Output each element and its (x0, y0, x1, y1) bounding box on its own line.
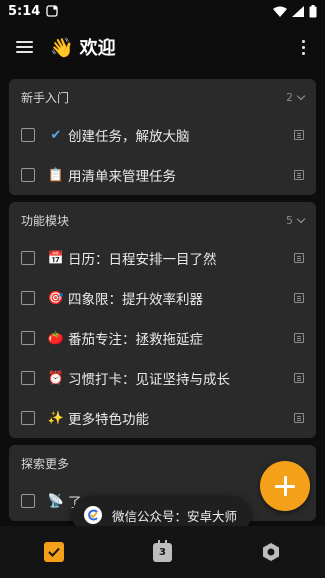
tomato-icon: 🍅 (47, 330, 65, 346)
calendar-icon: 📅 (47, 250, 65, 266)
calendar-icon: 3 (152, 539, 172, 562)
notification-icon (46, 5, 58, 17)
waving-hand-icon: 👋 (50, 36, 74, 59)
target-icon: 🎯 (47, 290, 65, 306)
section-header[interactable]: 功能模块 5 (9, 202, 316, 238)
add-task-button[interactable] (260, 461, 310, 511)
task-checkbox[interactable] (21, 331, 35, 345)
bottom-navigation: 3 (0, 526, 325, 578)
task-row[interactable]: 📅 日历：日程安排一目了然 (9, 238, 316, 278)
task-title: 用清单来管理任务 (68, 169, 176, 185)
task-list: 新手入门 2 ✔ 创建任务，解放大脑 📋 用清单来管理任务 功能模块 5 📅 日… (0, 79, 325, 521)
note-icon (294, 253, 304, 263)
nav-tasks[interactable] (24, 542, 84, 562)
task-title: 四象限：提升效率利器 (68, 292, 203, 308)
task-checkbox[interactable] (21, 371, 35, 385)
task-title: 创建任务，解放大脑 (68, 129, 190, 145)
task-checkbox[interactable] (21, 291, 35, 305)
section-features: 功能模块 5 📅 日历：日程安排一目了然 🎯 四象限：提升效率利器 🍅 番茄专注… (9, 202, 316, 438)
nav-calendar[interactable]: 3 (132, 539, 192, 562)
sparkles-icon: ✨ (47, 410, 65, 426)
task-title: 习惯打卡：见证坚持与成长 (68, 372, 230, 388)
chevron-down-icon (296, 91, 306, 100)
battery-icon (309, 4, 317, 17)
settings-hexagon-icon (262, 543, 279, 561)
task-checkbox[interactable] (21, 168, 35, 182)
checkbox-checked-icon (44, 542, 65, 562)
clipboard-icon: 📋 (47, 167, 65, 183)
alarm-clock-icon: ⏰ (47, 370, 65, 386)
page-title: 欢迎 (79, 38, 116, 59)
section-count: 5 (286, 213, 293, 227)
note-icon (294, 373, 304, 383)
task-row[interactable]: 🍅 番茄专注：拯救拖延症 (9, 318, 316, 358)
task-title: 日历：日程安排一目了然 (68, 252, 217, 268)
task-title: 更多特色功能 (68, 412, 149, 428)
menu-icon[interactable] (16, 37, 36, 57)
toolbar: 👋 欢迎 (0, 22, 325, 72)
app-logo-icon (84, 506, 102, 524)
task-row[interactable]: ✔ 创建任务，解放大脑 (9, 115, 316, 155)
section-header[interactable]: 新手入门 2 (9, 79, 316, 115)
note-icon (294, 130, 304, 140)
section-count: 2 (286, 90, 293, 104)
section-getting-started: 新手入门 2 ✔ 创建任务，解放大脑 📋 用清单来管理任务 (9, 79, 316, 195)
note-icon (294, 333, 304, 343)
status-bar: 5:14 (0, 0, 325, 22)
section-title: 新手入门 (21, 90, 70, 105)
satellite-icon: 📡 (47, 493, 65, 509)
task-checkbox[interactable] (21, 128, 35, 142)
note-icon (294, 293, 304, 303)
task-checkbox[interactable] (21, 494, 35, 508)
task-row[interactable]: ✨ 更多特色功能 (9, 398, 316, 438)
task-checkbox[interactable] (21, 411, 35, 425)
note-icon (294, 170, 304, 180)
nav-settings[interactable] (241, 542, 301, 562)
task-title: 番茄专注：拯救拖延症 (68, 332, 203, 348)
task-row[interactable]: 🎯 四象限：提升效率利器 (9, 278, 316, 318)
task-row[interactable]: ⏰ 习惯打卡：见证坚持与成长 (9, 358, 316, 398)
section-title: 功能模块 (21, 213, 70, 228)
signal-icon (292, 5, 304, 17)
task-row[interactable]: 📋 用清单来管理任务 (9, 155, 316, 195)
more-options-icon[interactable] (293, 39, 313, 55)
wifi-icon (273, 6, 287, 17)
calendar-day: 3 (159, 546, 166, 558)
status-time: 5:14 (8, 3, 41, 19)
chevron-down-icon (296, 214, 306, 223)
section-title: 探索更多 (21, 456, 70, 471)
toast-text: 微信公众号：安卓大师 (112, 508, 238, 524)
note-icon (294, 413, 304, 423)
task-checkbox[interactable] (21, 251, 35, 265)
checkmark-icon: ✔ (50, 127, 62, 143)
